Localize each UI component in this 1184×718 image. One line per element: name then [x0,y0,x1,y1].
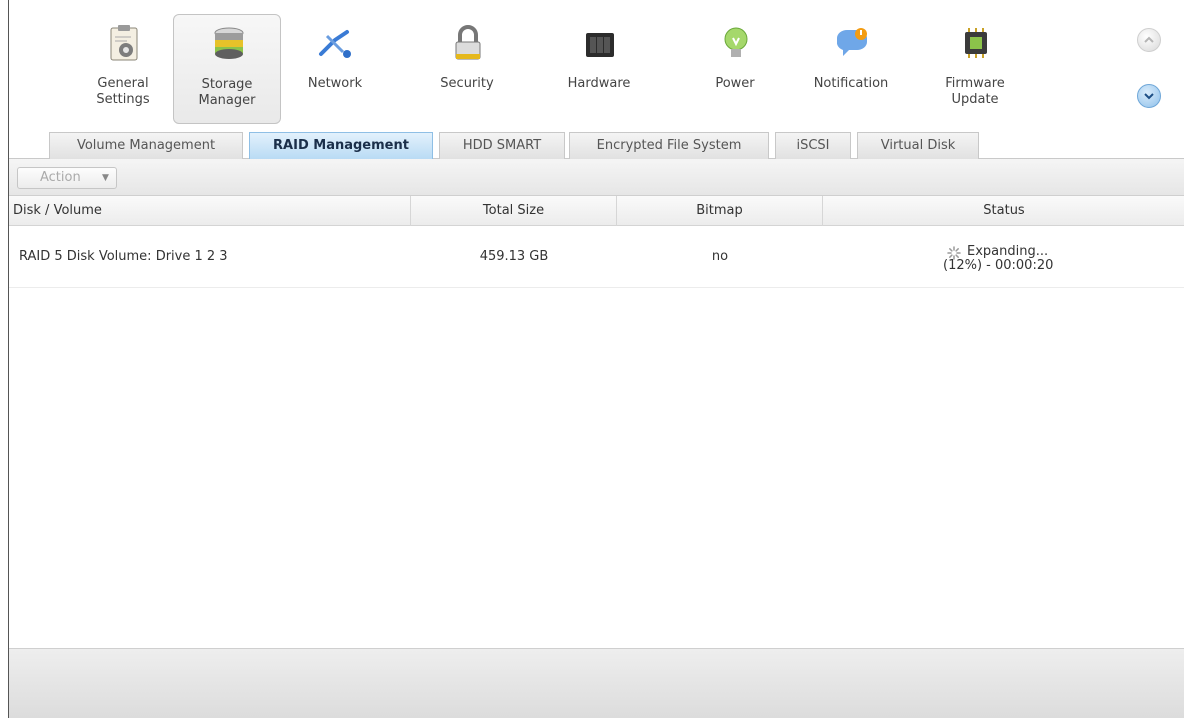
cell-status: Expanding... (12%) - 00:00:20 [823,226,1184,288]
hardware-icon [586,33,614,57]
app-hardware[interactable]: Hardware [545,14,653,124]
column-header-total-size[interactable]: Total Size [411,196,617,226]
general-settings-icon [110,25,138,61]
app-security[interactable]: Security [413,14,521,124]
status-progress-text: (12%) - 00:00:20 [943,258,1054,273]
table-header: Disk / Volume Total Size Bitmap Status [9,196,1184,226]
app-power[interactable]: Power [681,14,789,124]
app-label: General Settings [96,76,150,107]
tab-iscsi[interactable]: iSCSI [775,132,851,159]
tab-hdd-smart[interactable]: HDD SMART [439,132,565,159]
app-label: Power [715,76,755,91]
tab-volume-management[interactable]: Volume Management [49,132,243,159]
action-dropdown-button[interactable]: Action ▼ [17,167,117,189]
app-label: Storage Manager [198,77,256,108]
toolbar: Action ▼ [9,159,1184,196]
power-bulb-icon [724,27,748,57]
scroll-up-button[interactable] [1137,28,1161,52]
footer-bar [9,648,1184,718]
cell-total-size: 459.13 GB [479,249,549,264]
tab-bar: Volume Management RAID Management HDD SM… [9,132,1184,159]
tab-raid-management[interactable]: RAID Management [249,132,433,159]
app-storage-manager[interactable]: Storage Manager [173,14,281,124]
storage-manager-window: General Settings Storage Manager Network [8,0,1184,718]
chevron-up-icon [1144,36,1154,43]
app-label: Network [307,76,363,91]
column-header-disk-volume[interactable]: Disk / Volume [9,196,411,226]
scroll-down-button[interactable] [1137,84,1161,108]
column-header-bitmap[interactable]: Bitmap [617,196,823,226]
action-label: Action [40,170,81,185]
notification-icon [836,28,867,56]
caret-down-icon: ▼ [102,173,109,183]
cell-bitmap: no [711,249,729,264]
column-header-status[interactable]: Status [823,196,1184,226]
status-text: Expanding... [967,244,1049,259]
security-lock-icon [455,25,481,60]
app-label: Notification [813,76,889,91]
tab-virtual-disk[interactable]: Virtual Disk [857,132,979,159]
app-label: Hardware [567,76,631,91]
firmware-update-icon [965,28,987,58]
cell-volume: RAID 5 Disk Volume: Drive 1 2 3 [19,249,228,264]
storage-manager-icon [214,27,244,59]
app-firmware-update[interactable]: Firmware Update [921,14,1029,124]
network-icon [319,30,351,58]
app-notification[interactable]: Notification [797,14,905,124]
table-row[interactable]: RAID 5 Disk Volume: Drive 1 2 3 459.13 G… [9,226,1184,288]
app-general-settings[interactable]: General Settings [69,14,177,124]
app-label: Security [440,76,494,91]
tab-encrypted-file-system[interactable]: Encrypted File System [569,132,769,159]
chevron-down-icon [1144,93,1154,100]
app-network[interactable]: Network [281,14,389,124]
app-label: Firmware Update [945,76,1005,107]
